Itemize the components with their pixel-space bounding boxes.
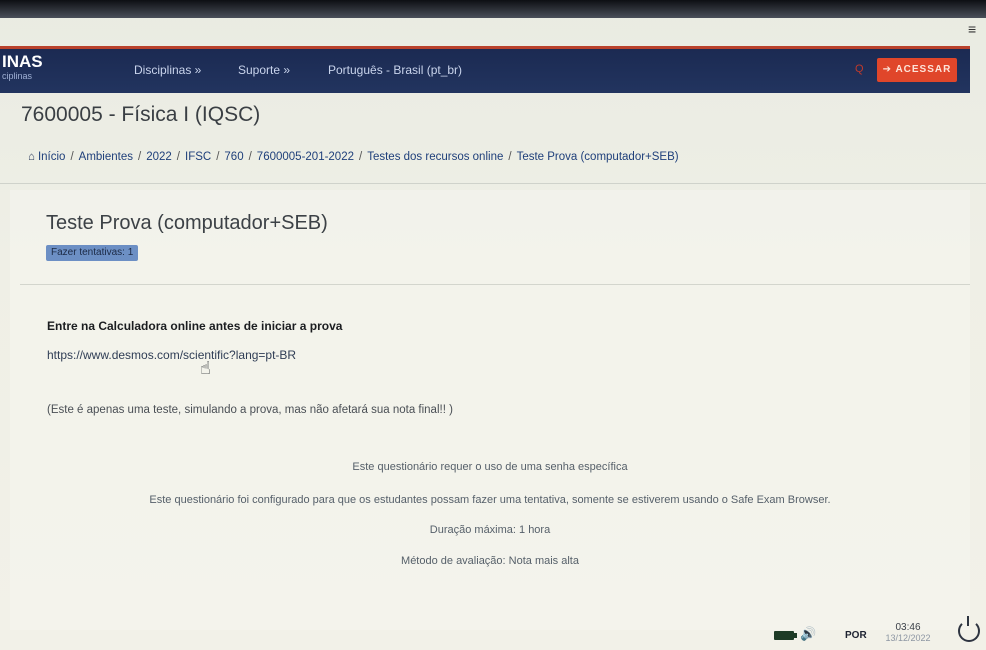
quiz-title: Teste Prova (computador+SEB) — [46, 212, 328, 234]
header-divider — [0, 183, 986, 184]
breadcrumb-testes[interactable]: Testes dos recursos online — [367, 151, 503, 163]
top-bezel — [0, 0, 986, 18]
quiz-divider — [20, 284, 970, 285]
breadcrumb: ⌂ Início / Ambientes / 2022 / IFSC / 760 / 7600005-… — [28, 151, 679, 163]
info-password: Este questionário requer o uso de uma se… — [352, 461, 628, 473]
hamburger-menu-icon[interactable]: ≡ — [968, 22, 982, 36]
course-title: 7600005 - Física I (IQSC) — [21, 103, 261, 126]
clock-date: 13/12/2022 — [885, 633, 931, 643]
home-icon: ⌂ — [28, 151, 35, 163]
breadcrumb-ambientes[interactable]: Ambientes — [79, 151, 133, 163]
breadcrumb-teste-prova[interactable]: Teste Prova (computador+SEB) — [517, 151, 679, 163]
breadcrumb-760[interactable]: 760 — [224, 151, 243, 163]
brand-subtitle: ciplinas — [2, 71, 33, 81]
info-seb: Este questionário foi configurado para q… — [149, 494, 831, 506]
breadcrumb-inicio[interactable]: Início — [38, 151, 66, 163]
clock[interactable]: 03:46 13/12/2022 — [880, 622, 936, 643]
volume-icon[interactable]: 🔊 — [800, 626, 816, 642]
info-grading: Método de avaliação: Nota mais alta — [401, 555, 579, 567]
brand-logo[interactable]: INAS ciplinas — [2, 52, 43, 82]
quiz-note: (Este é apenas uma teste, simulando a pr… — [47, 404, 453, 416]
screen: ≡ INAS ciplinas Disciplinas » Suporte » … — [0, 0, 986, 650]
breadcrumb-separator: / — [138, 151, 142, 163]
breadcrumb-ifsc[interactable]: IFSC — [185, 151, 211, 163]
clock-time: 03:46 — [895, 622, 921, 633]
search-icon[interactable]: Q — [855, 63, 864, 75]
breadcrumb-separator: / — [176, 151, 180, 163]
breadcrumb-separator: / — [216, 151, 220, 163]
breadcrumb-2022[interactable]: 2022 — [146, 151, 172, 163]
login-label: ACESSAR — [895, 64, 952, 75]
brand-title: INAS — [2, 52, 43, 71]
taskbar: 🔊 POR 03:46 13/12/2022 — [0, 612, 986, 650]
breadcrumb-course-code[interactable]: 7600005-201-2022 — [257, 151, 354, 163]
battery-icon[interactable] — [774, 631, 797, 640]
power-icon[interactable] — [958, 616, 980, 642]
nav-disciplinas[interactable]: Disciplinas » — [134, 63, 201, 77]
login-button[interactable]: ➔ ACESSAR — [877, 58, 957, 82]
breadcrumb-separator: / — [508, 151, 512, 163]
breadcrumb-separator: / — [248, 151, 252, 163]
nav-language[interactable]: Português - Brasil (pt_br) — [328, 63, 462, 77]
info-duration: Duração máxima: 1 hora — [429, 524, 551, 536]
breadcrumb-separator: / — [70, 151, 74, 163]
desmos-link[interactable]: https://www.desmos.com/scientific?lang=p… — [47, 348, 296, 362]
instruction-title: Entre na Calculadora online antes de ini… — [47, 319, 343, 333]
login-icon: ➔ — [882, 64, 896, 75]
keyboard-language[interactable]: POR — [845, 630, 867, 641]
hand-cursor-icon: ☝ — [200, 358, 211, 378]
navbar: INAS ciplinas Disciplinas » Suporte » Po… — [0, 46, 970, 93]
nav-suporte[interactable]: Suporte » — [238, 63, 290, 77]
attempts-badge: Fazer tentativas: 1 — [46, 245, 139, 261]
breadcrumb-separator: / — [359, 151, 363, 163]
